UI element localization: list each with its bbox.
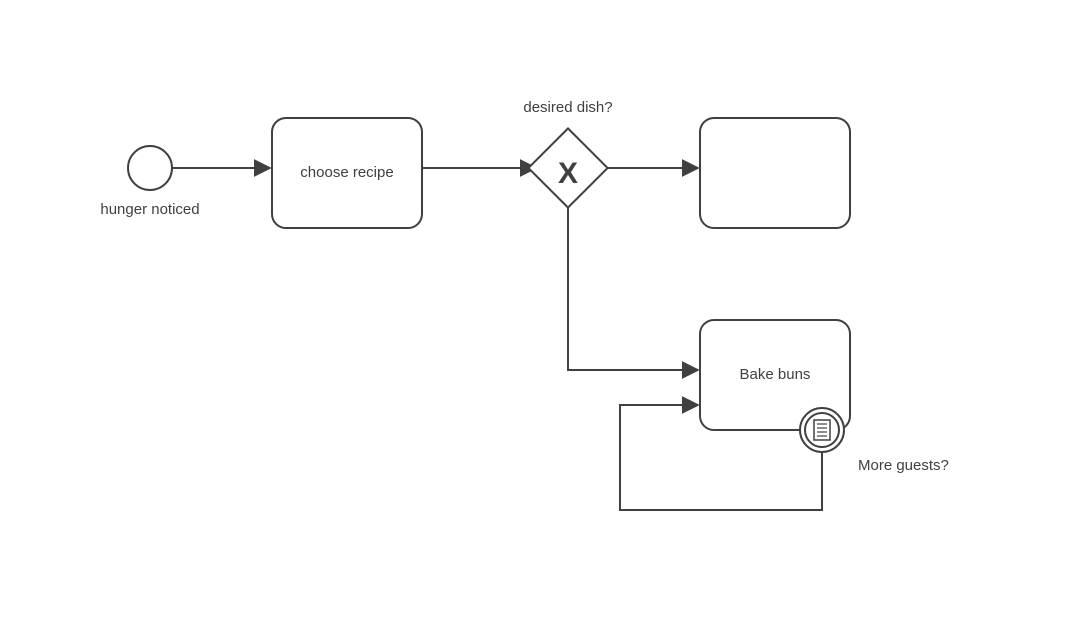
start-event[interactable] [128,146,172,190]
task-empty[interactable] [700,118,850,228]
flow-gateway-to-task3 [568,208,698,370]
boundary-event-conditional[interactable] [800,408,844,452]
exclusive-gateway[interactable]: X [528,128,607,207]
task-choose-recipe-label: choose recipe [300,164,393,181]
gateway-marker: X [558,157,578,190]
boundary-event-label: More guests? [858,457,949,474]
task-choose-recipe[interactable]: choose recipe [272,118,422,228]
bpmn-diagram: hunger noticed choose recipe X desired d… [0,0,1066,626]
task-bake-buns-label: Bake buns [740,366,811,383]
conditional-icon [814,420,830,440]
gateway-label: desired dish? [523,99,612,116]
start-event-label: hunger noticed [100,201,199,218]
